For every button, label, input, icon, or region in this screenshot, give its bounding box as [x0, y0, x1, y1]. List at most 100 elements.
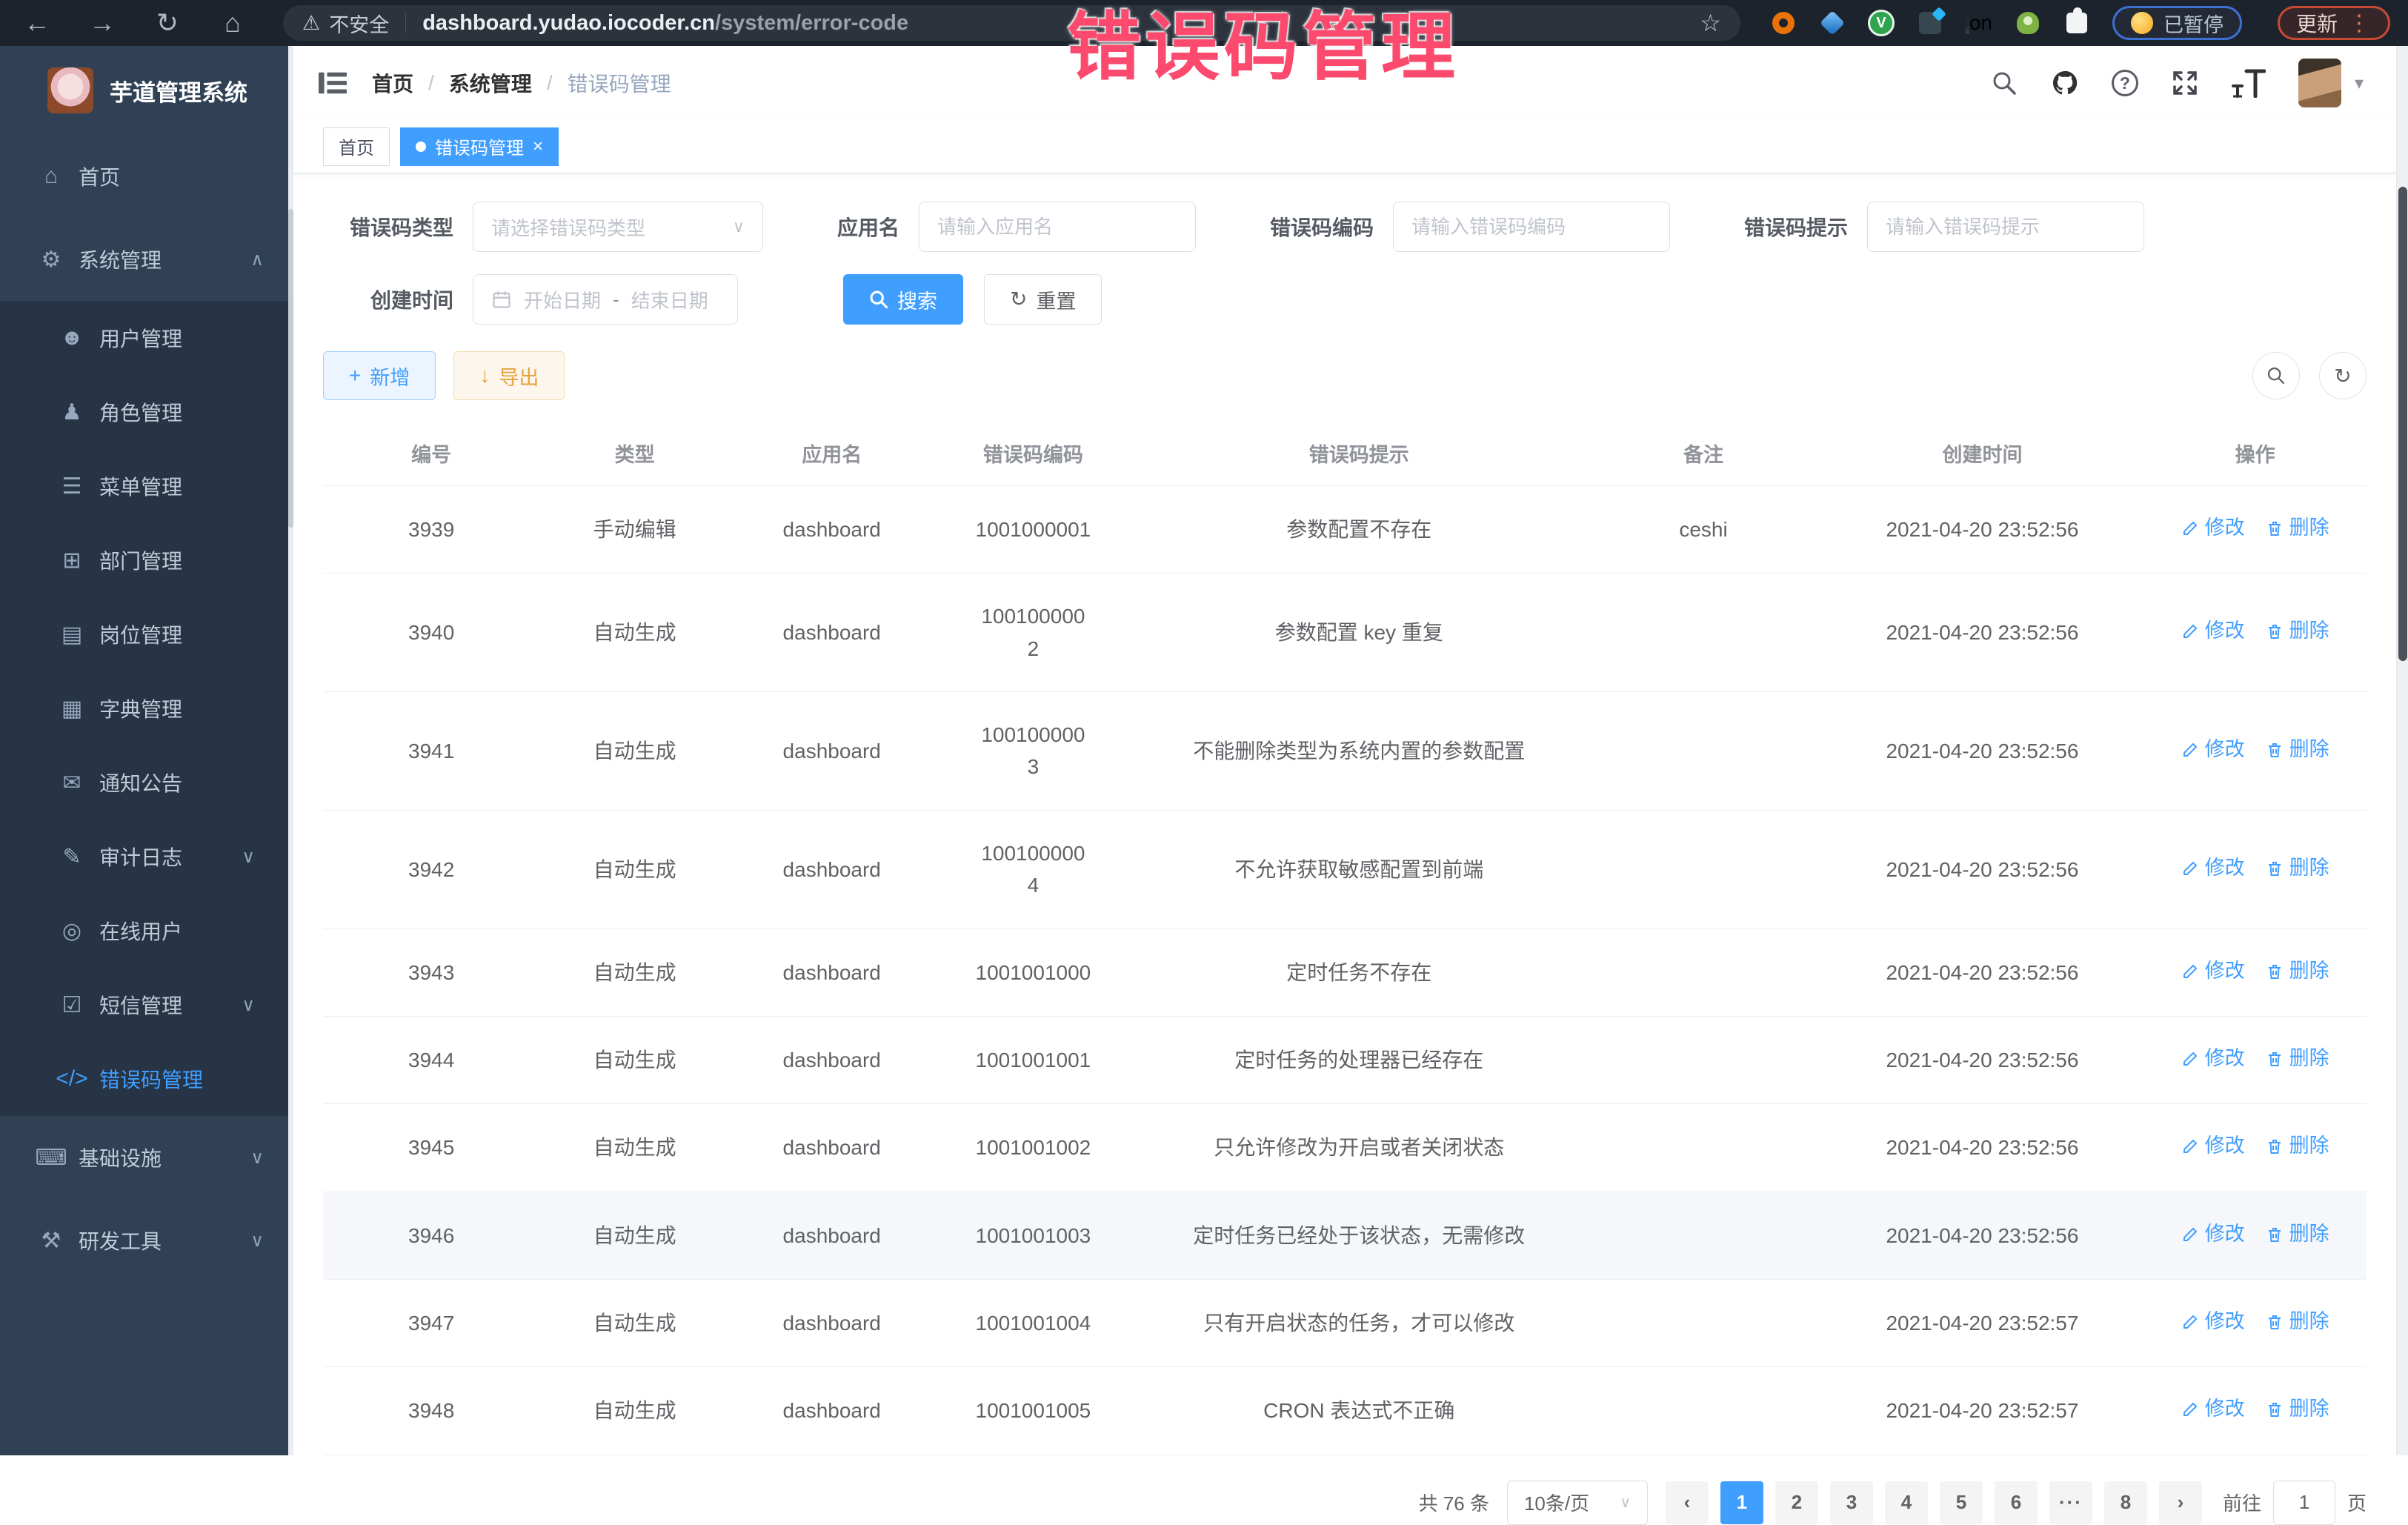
table-row[interactable]: 3942 自动生成 dashboard 1001000004 不允许获取敏感配置…	[323, 810, 2367, 928]
sidebar-sub-item[interactable]: ▤ 岗位管理	[0, 597, 293, 671]
tag-error-code[interactable]: 错误码管理 ×	[400, 127, 559, 166]
page-number-button[interactable]: 8	[2104, 1481, 2147, 1524]
sidebar-item-home[interactable]: ⌂ 首页	[0, 135, 293, 218]
back-icon[interactable]: ←	[22, 7, 52, 39]
sidebar-scrollbar[interactable]	[288, 46, 293, 1455]
edit-link[interactable]: 修改	[2181, 513, 2245, 544]
extension-grid-icon[interactable]	[1917, 10, 1943, 36]
tag-home[interactable]: 首页	[323, 127, 390, 166]
error-code-field[interactable]	[1393, 202, 1670, 252]
table-row[interactable]: 3943 自动生成 dashboard 1001001000 定时任务不存在 2…	[323, 928, 2367, 1016]
table-row[interactable]: 3939 手动编辑 dashboard 1001000001 参数配置不存在 c…	[323, 486, 2367, 574]
page-number-button[interactable]: 6	[1995, 1481, 2038, 1524]
app-name-input[interactable]	[937, 216, 1177, 239]
edit-link[interactable]: 修改	[2181, 1131, 2245, 1162]
delete-link[interactable]: 删除	[2266, 956, 2329, 987]
delete-link[interactable]: 删除	[2266, 1306, 2329, 1338]
next-page-button[interactable]: ›	[2159, 1481, 2202, 1524]
delete-link[interactable]: 删除	[2266, 1219, 2329, 1250]
search-button[interactable]: 搜索	[843, 274, 963, 325]
browser-update-button[interactable]: 更新 ⋮	[2278, 6, 2390, 40]
table-row[interactable]: 3941 自动生成 dashboard 1001000003 不能删除类型为系统…	[323, 692, 2367, 811]
sidebar-sub-item[interactable]: ☻ 用户管理	[0, 301, 293, 375]
edit-link[interactable]: 修改	[2181, 1394, 2245, 1425]
sidebar-item-devtools[interactable]: ⚒ 研发工具 ∨	[0, 1199, 293, 1282]
table-row[interactable]: 3948 自动生成 dashboard 1001001005 CRON 表达式不…	[323, 1367, 2367, 1455]
font-size-icon[interactable]	[2232, 68, 2266, 98]
export-button[interactable]: ↓ 导出	[453, 351, 565, 400]
sidebar-sub-item[interactable]: ♟ 角色管理	[0, 375, 293, 449]
add-button[interactable]: + 新增	[323, 351, 436, 400]
sidebar-sub-item[interactable]: </> 错误码管理	[0, 1042, 293, 1116]
page-number-button[interactable]: 2	[1775, 1481, 1818, 1524]
fullscreen-icon[interactable]	[2171, 69, 2199, 97]
scrollbar-thumb[interactable]	[2398, 187, 2407, 661]
error-type-select[interactable]: 请选择错误码类型 ∨	[473, 202, 763, 252]
error-code-input[interactable]	[1411, 216, 1652, 239]
edit-link[interactable]: 修改	[2181, 616, 2245, 647]
breadcrumb-home[interactable]: 首页	[372, 68, 413, 98]
hamburger-icon[interactable]	[319, 69, 347, 97]
edit-link[interactable]: 修改	[2181, 1043, 2245, 1074]
delete-link[interactable]: 删除	[2266, 1131, 2329, 1162]
extension-gem-icon[interactable]	[1819, 10, 1846, 36]
address-bar[interactable]: ⚠ 不安全 dashboard.yudao.iocoder.cn/system/…	[283, 5, 1740, 41]
extension-key-icon[interactable]	[2015, 10, 2041, 36]
sidebar-sub-item[interactable]: ✉ 通知公告	[0, 745, 293, 820]
refresh-table-button[interactable]: ↻	[2319, 352, 2367, 399]
browser-home-icon[interactable]: ⌂	[218, 7, 247, 39]
table-row[interactable]: 3940 自动生成 dashboard 1001000002 参数配置 key …	[323, 574, 2367, 692]
page-scrollbar[interactable]	[2396, 46, 2408, 1455]
table-row[interactable]: 3945 自动生成 dashboard 1001001002 只允许修改为开启或…	[323, 1104, 2367, 1192]
github-icon[interactable]	[2051, 69, 2079, 97]
reset-button[interactable]: ↻ 重置	[984, 274, 1102, 325]
page-number-button[interactable]: 4	[1885, 1481, 1928, 1524]
app-name-field[interactable]	[919, 202, 1196, 252]
date-range-picker[interactable]: 开始日期 - 结束日期	[473, 274, 738, 325]
page-number-button[interactable]: 5	[1940, 1481, 1983, 1524]
edit-link[interactable]: 修改	[2181, 1219, 2245, 1250]
sidebar-sub-item[interactable]: ⊞ 部门管理	[0, 523, 293, 597]
close-icon[interactable]: ×	[533, 136, 543, 157]
edit-link[interactable]: 修改	[2181, 734, 2245, 765]
sidebar-item-system[interactable]: ⚙ 系统管理 ∧	[0, 218, 293, 301]
paused-extension-pill[interactable]: 已暂停	[2112, 6, 2242, 40]
sidebar-sub-item[interactable]: ▦ 字典管理	[0, 671, 293, 745]
extension-puzzle-icon[interactable]	[2063, 10, 2090, 36]
sidebar-sub-item[interactable]: ◎ 在线用户	[0, 894, 293, 968]
edit-link[interactable]: 修改	[2181, 1306, 2245, 1338]
error-msg-input[interactable]	[1886, 216, 2126, 239]
sidebar-sub-item[interactable]: ✎ 审计日志 ∨	[0, 820, 293, 894]
delete-link[interactable]: 删除	[2266, 1394, 2329, 1425]
prev-page-button[interactable]: ‹	[1666, 1481, 1709, 1524]
app-logo-row[interactable]: 芋道管理系统	[0, 46, 293, 135]
table-row[interactable]: 3944 自动生成 dashboard 1001001001 定时任务的处理器已…	[323, 1016, 2367, 1103]
goto-page-input[interactable]	[2273, 1481, 2335, 1525]
delete-link[interactable]: 删除	[2266, 734, 2329, 765]
error-msg-field[interactable]	[1867, 202, 2144, 252]
sidebar-sub-item[interactable]: ☑ 短信管理 ∨	[0, 968, 293, 1042]
forward-icon[interactable]: →	[87, 7, 117, 39]
extension-green-icon[interactable]: V	[1868, 10, 1895, 36]
toggle-search-button[interactable]	[2252, 352, 2300, 399]
delete-link[interactable]: 删除	[2266, 853, 2329, 884]
page-number-button[interactable]: 3	[1830, 1481, 1873, 1524]
table-row[interactable]: 3946 自动生成 dashboard 1001001003 定时任务已经处于该…	[323, 1192, 2367, 1279]
breadcrumb-system[interactable]: 系统管理	[449, 68, 532, 98]
search-icon[interactable]	[1990, 69, 2018, 97]
bookmark-star-icon[interactable]: ☆	[1700, 9, 1721, 37]
page-size-select[interactable]: 10条/页 ∨	[1507, 1481, 1648, 1525]
avatar-caret-icon[interactable]: ▾	[2355, 73, 2364, 94]
help-icon[interactable]: ?	[2112, 70, 2138, 96]
page-number-button[interactable]: 1	[1720, 1481, 1763, 1524]
extension-onpage-icon[interactable]: on	[1966, 10, 1992, 36]
avatar[interactable]	[2298, 59, 2341, 107]
table-row[interactable]: 3947 自动生成 dashboard 1001001004 只有开启状态的任务…	[323, 1279, 2367, 1366]
edit-link[interactable]: 修改	[2181, 956, 2245, 987]
reload-icon[interactable]: ↻	[153, 7, 182, 39]
delete-link[interactable]: 删除	[2266, 513, 2329, 544]
edit-link[interactable]: 修改	[2181, 853, 2245, 884]
sidebar-sub-item[interactable]: ☰ 菜单管理	[0, 449, 293, 523]
sidebar-item-infra[interactable]: ⌨ 基础设施 ∨	[0, 1116, 293, 1199]
delete-link[interactable]: 删除	[2266, 1043, 2329, 1074]
